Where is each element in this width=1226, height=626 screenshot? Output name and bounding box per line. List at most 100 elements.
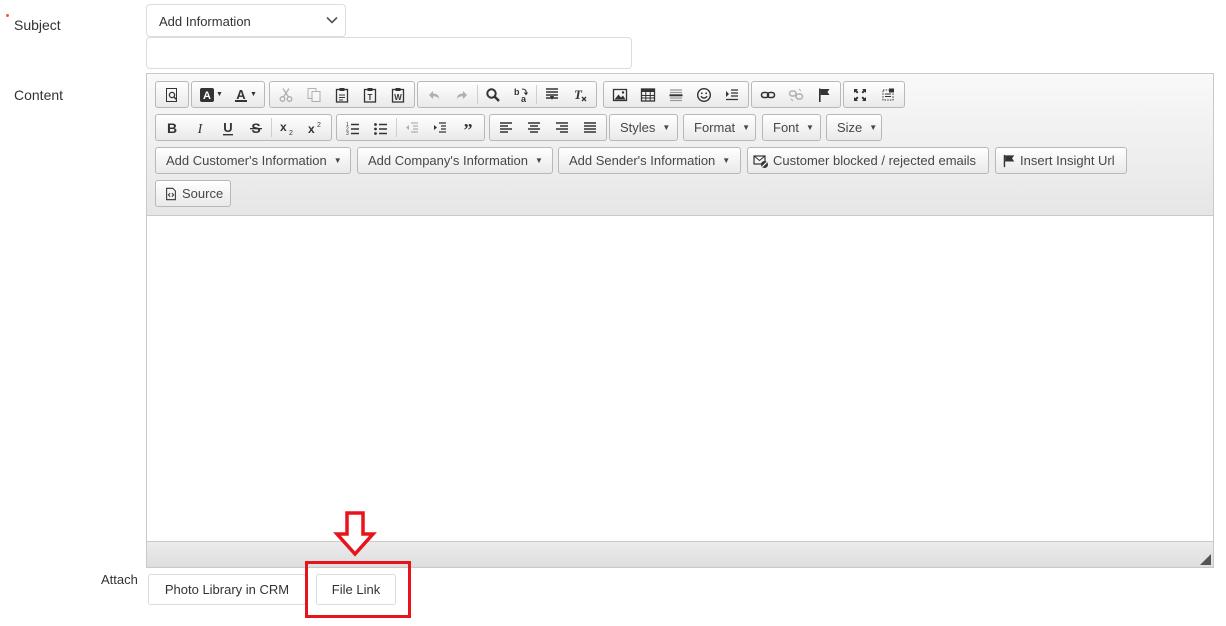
anchor-icon[interactable] xyxy=(810,83,838,106)
select-all-icon[interactable] xyxy=(538,83,566,106)
remove-format-icon[interactable]: T xyxy=(566,83,594,106)
styles-dropdown[interactable]: Styles ▼ xyxy=(609,114,678,141)
toolbar-group-paragraph: 123 ” xyxy=(336,114,485,141)
link-icon[interactable] xyxy=(754,83,782,106)
cut-icon[interactable] xyxy=(272,83,300,106)
svg-text:3: 3 xyxy=(346,131,349,136)
subject-input[interactable] xyxy=(146,37,632,69)
strikethrough-icon[interactable]: S xyxy=(242,116,270,139)
toolbar-group-document xyxy=(155,81,189,108)
chevron-down-icon: ▼ xyxy=(722,156,731,165)
toolbar-group-editing: ba T xyxy=(417,81,597,108)
add-customer-info-label: Add Customer's Information xyxy=(166,153,327,168)
indent-icon[interactable] xyxy=(426,116,454,139)
editor-toolbar: A ▼ A ▼ T W b a T B I U x 2 x 2 1 2 3 ” … xyxy=(147,74,1213,216)
blockquote-icon[interactable]: ” xyxy=(454,116,482,139)
chevron-down-icon: ▼ xyxy=(535,156,543,165)
photo-library-button[interactable]: Photo Library in CRM xyxy=(148,574,306,605)
svg-text:A: A xyxy=(236,87,246,102)
subject-select[interactable]: Add Information xyxy=(146,4,346,37)
find-icon[interactable] xyxy=(479,83,507,106)
toolbar-group-insert xyxy=(603,81,749,108)
insert-insight-url-button[interactable]: Insert Insight Url xyxy=(995,147,1127,174)
rich-text-editor: A ▼ A ▼ T W b a T B I U x 2 x 2 1 2 3 ” … xyxy=(146,73,1214,568)
text-color-icon[interactable]: A ▼ xyxy=(228,83,262,106)
svg-text:2: 2 xyxy=(289,130,293,136)
justify-icon[interactable] xyxy=(576,116,604,139)
paste-word-icon[interactable]: W xyxy=(384,83,412,106)
add-company-info-label: Add Company's Information xyxy=(368,153,529,168)
chevron-down-icon: ▼ xyxy=(742,123,751,132)
smiley-icon[interactable] xyxy=(690,83,718,106)
italic-icon[interactable]: I xyxy=(186,116,214,139)
align-left-icon[interactable] xyxy=(492,116,520,139)
svg-text:A: A xyxy=(203,90,211,102)
superscript-icon[interactable]: x2 xyxy=(301,116,329,139)
font-label: Font xyxy=(773,120,800,135)
chevron-down-icon: ▼ xyxy=(806,123,814,132)
toolbar-group-links xyxy=(751,81,841,108)
toolbar-separator xyxy=(396,118,397,137)
replace-icon[interactable]: ba xyxy=(507,83,535,106)
source-icon xyxy=(164,187,178,201)
svg-text:a: a xyxy=(521,94,527,103)
resize-grip-icon[interactable] xyxy=(1200,554,1211,565)
styles-label: Styles xyxy=(620,120,656,135)
page-break-icon[interactable] xyxy=(718,83,746,106)
maximize-icon[interactable] xyxy=(846,83,874,106)
svg-text:x: x xyxy=(308,122,315,136)
subject-select-value: Add Information xyxy=(159,14,251,29)
bold-icon[interactable]: B xyxy=(158,116,186,139)
table-icon[interactable] xyxy=(634,83,662,106)
redo-icon[interactable] xyxy=(448,83,476,106)
numbered-list-icon[interactable]: 123 xyxy=(339,116,367,139)
chevron-down-icon xyxy=(325,13,339,30)
insert-insight-url-label: Insert Insight Url xyxy=(1020,153,1115,168)
preview-icon[interactable] xyxy=(158,83,186,106)
paste-text-icon[interactable]: T xyxy=(356,83,384,106)
svg-text:B: B xyxy=(167,120,177,136)
outdent-icon[interactable] xyxy=(398,116,426,139)
blocked-email-icon xyxy=(753,153,769,169)
image-icon[interactable] xyxy=(606,83,634,106)
font-dropdown[interactable]: Font ▼ xyxy=(762,114,821,141)
add-sender-info-dropdown[interactable]: Add Sender's Information ▼ xyxy=(558,147,741,174)
add-company-info-dropdown[interactable]: Add Company's Information ▼ xyxy=(357,147,553,174)
horizontal-line-icon[interactable] xyxy=(662,83,690,106)
format-dropdown[interactable]: Format ▼ xyxy=(683,114,756,141)
unlink-icon[interactable] xyxy=(782,83,810,106)
align-center-icon[interactable] xyxy=(520,116,548,139)
svg-text:I: I xyxy=(197,122,204,136)
source-button[interactable]: Source xyxy=(155,180,231,207)
background-color-icon[interactable]: A ▼ xyxy=(194,83,228,106)
paste-icon[interactable] xyxy=(328,83,356,106)
show-blocks-icon[interactable] xyxy=(874,83,902,106)
add-customer-info-dropdown[interactable]: Add Customer's Information ▼ xyxy=(155,147,351,174)
svg-text:W: W xyxy=(394,93,402,102)
chevron-down-icon: ▼ xyxy=(333,156,342,165)
undo-icon[interactable] xyxy=(420,83,448,106)
size-label: Size xyxy=(837,120,863,135)
flag-icon xyxy=(1002,154,1016,168)
svg-text:U: U xyxy=(223,120,232,135)
svg-text:T: T xyxy=(574,87,583,102)
underline-icon[interactable]: U xyxy=(214,116,242,139)
copy-icon[interactable] xyxy=(300,83,328,106)
bulleted-list-icon[interactable] xyxy=(367,116,395,139)
toolbar-group-basic-styles: B I U S x2 x2 xyxy=(155,114,332,141)
subscript-icon[interactable]: x2 xyxy=(273,116,301,139)
highlight-box xyxy=(305,561,411,618)
required-marker xyxy=(6,14,9,17)
content-label: Content xyxy=(14,87,64,103)
toolbar-separator xyxy=(271,118,272,137)
toolbar-separator xyxy=(536,85,537,104)
customer-blocked-button[interactable]: Customer blocked / rejected emails xyxy=(747,147,989,174)
toolbar-group-clipboard: T W xyxy=(269,81,415,108)
svg-text:b: b xyxy=(514,87,520,97)
editor-content-area[interactable] xyxy=(147,216,1213,541)
subject-label: Subject xyxy=(14,17,61,33)
svg-text:T: T xyxy=(368,93,373,102)
attach-label: Attach xyxy=(101,572,138,587)
align-right-icon[interactable] xyxy=(548,116,576,139)
size-dropdown[interactable]: Size ▼ xyxy=(826,114,882,141)
